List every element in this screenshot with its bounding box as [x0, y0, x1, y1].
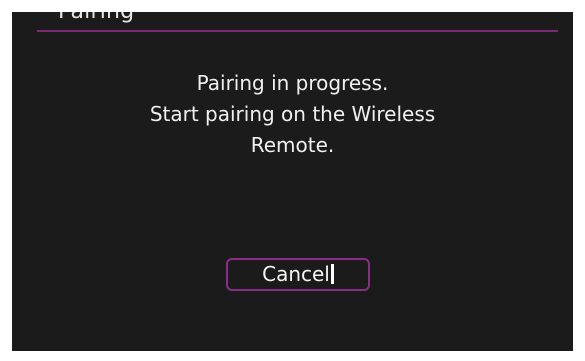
- message-line-2: Start pairing on the Wireless: [149, 102, 436, 126]
- text-cursor: [330, 264, 334, 284]
- message-line-1: Pairing in progress.: [196, 71, 389, 95]
- pairing-screen: Pairing Pairing in progress. Start pairi…: [12, 12, 573, 351]
- title-divider: [37, 30, 558, 32]
- cancel-button[interactable]: Cancel: [226, 258, 370, 291]
- status-message: Pairing in progress. Start pairing on th…: [12, 68, 573, 161]
- message-line-3: Remote.: [250, 133, 335, 157]
- page-title: Pairing: [58, 12, 134, 26]
- cancel-button-label: Cancel: [262, 262, 330, 286]
